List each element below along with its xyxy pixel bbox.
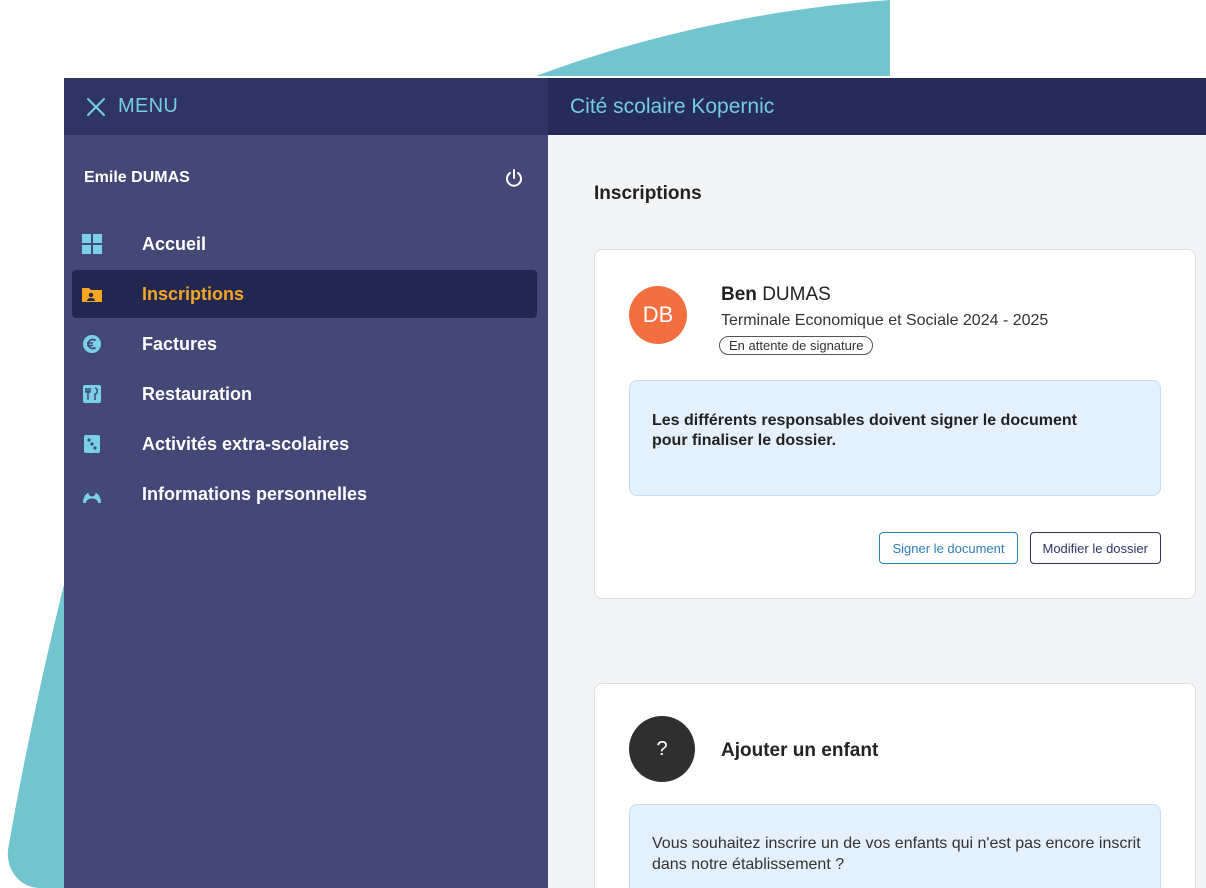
menu-toggle-button[interactable]: MENU bbox=[86, 95, 178, 118]
add-child-info-text: Vous souhaitez inscrire un de vos enfant… bbox=[652, 835, 1141, 873]
page-title: Inscriptions bbox=[594, 183, 702, 204]
avatar: DB bbox=[629, 286, 687, 344]
info-message-box: Les différents responsables doivent sign… bbox=[629, 380, 1161, 496]
main-content: Inscriptions DB Ben DUMAS Terminale Econ… bbox=[548, 135, 1206, 888]
menu-bar: MENU bbox=[64, 78, 548, 135]
dashboard-grid-icon bbox=[82, 234, 102, 254]
student-name: Ben DUMAS bbox=[721, 284, 831, 306]
dice-icon bbox=[82, 434, 102, 454]
sidebar-item-restauration[interactable]: Restauration bbox=[72, 370, 537, 418]
sidebar-item-label: Inscriptions bbox=[142, 283, 245, 304]
app-window: MENU Emile DUMAS Accueil Inscriptions Fa… bbox=[64, 78, 1206, 888]
app-title: Cité scolaire Kopernic bbox=[570, 94, 775, 118]
enrollment-card: DB Ben DUMAS Terminale Economique et Soc… bbox=[594, 249, 1196, 599]
close-icon bbox=[87, 97, 105, 116]
euro-coin-icon bbox=[82, 334, 102, 354]
sidebar-nav: Accueil Inscriptions Factures Restaurati… bbox=[72, 220, 537, 520]
sidebar: MENU Emile DUMAS Accueil Inscriptions Fa… bbox=[64, 78, 548, 888]
add-child-card[interactable]: ? Ajouter un enfant Vous souhaitez inscr… bbox=[594, 683, 1196, 888]
restaurant-icon bbox=[82, 384, 102, 404]
question-mark-icon: ? bbox=[629, 716, 695, 782]
sidebar-item-factures[interactable]: Factures bbox=[72, 320, 537, 368]
sidebar-item-label: Factures bbox=[142, 333, 218, 354]
menu-label: MENU bbox=[118, 95, 179, 117]
sidebar-item-label: Accueil bbox=[142, 233, 207, 254]
info-message-text: Les différents responsables doivent sign… bbox=[652, 412, 1077, 449]
sidebar-item-activites[interactable]: Activités extra-scolaires bbox=[72, 420, 537, 468]
user-row: Emile DUMAS bbox=[84, 166, 524, 190]
student-last-name: DUMAS bbox=[762, 284, 831, 305]
sidebar-item-label: Restauration bbox=[142, 383, 253, 404]
sidebar-item-accueil[interactable]: Accueil bbox=[72, 220, 537, 268]
status-badge: En attente de signature bbox=[719, 336, 874, 355]
edit-file-button[interactable]: Modifier le dossier bbox=[1029, 532, 1161, 564]
add-child-title: Ajouter un enfant bbox=[721, 740, 879, 761]
user-name: Emile DUMAS bbox=[84, 169, 190, 186]
sidebar-item-label: Informations personnelles bbox=[142, 483, 368, 504]
enrollment-actions: Signer le document Modifier le dossier bbox=[879, 532, 1161, 564]
add-child-info-box: Vous souhaitez inscrire un de vos enfant… bbox=[629, 804, 1161, 888]
student-class: Terminale Economique et Sociale 2024 - 2… bbox=[721, 312, 1049, 329]
logout-power-icon[interactable] bbox=[504, 168, 524, 188]
sign-document-button[interactable]: Signer le document bbox=[879, 532, 1018, 564]
folder-user-icon bbox=[82, 284, 102, 304]
student-first-name: Ben bbox=[721, 284, 757, 305]
sidebar-item-label: Activités extra-scolaires bbox=[142, 433, 350, 454]
sidebar-item-informations[interactable]: Informations personnelles bbox=[72, 470, 537, 518]
user-profile-icon bbox=[82, 484, 102, 504]
header-bar: Cité scolaire Kopernic bbox=[548, 78, 1206, 135]
sidebar-item-inscriptions[interactable]: Inscriptions bbox=[72, 270, 537, 318]
